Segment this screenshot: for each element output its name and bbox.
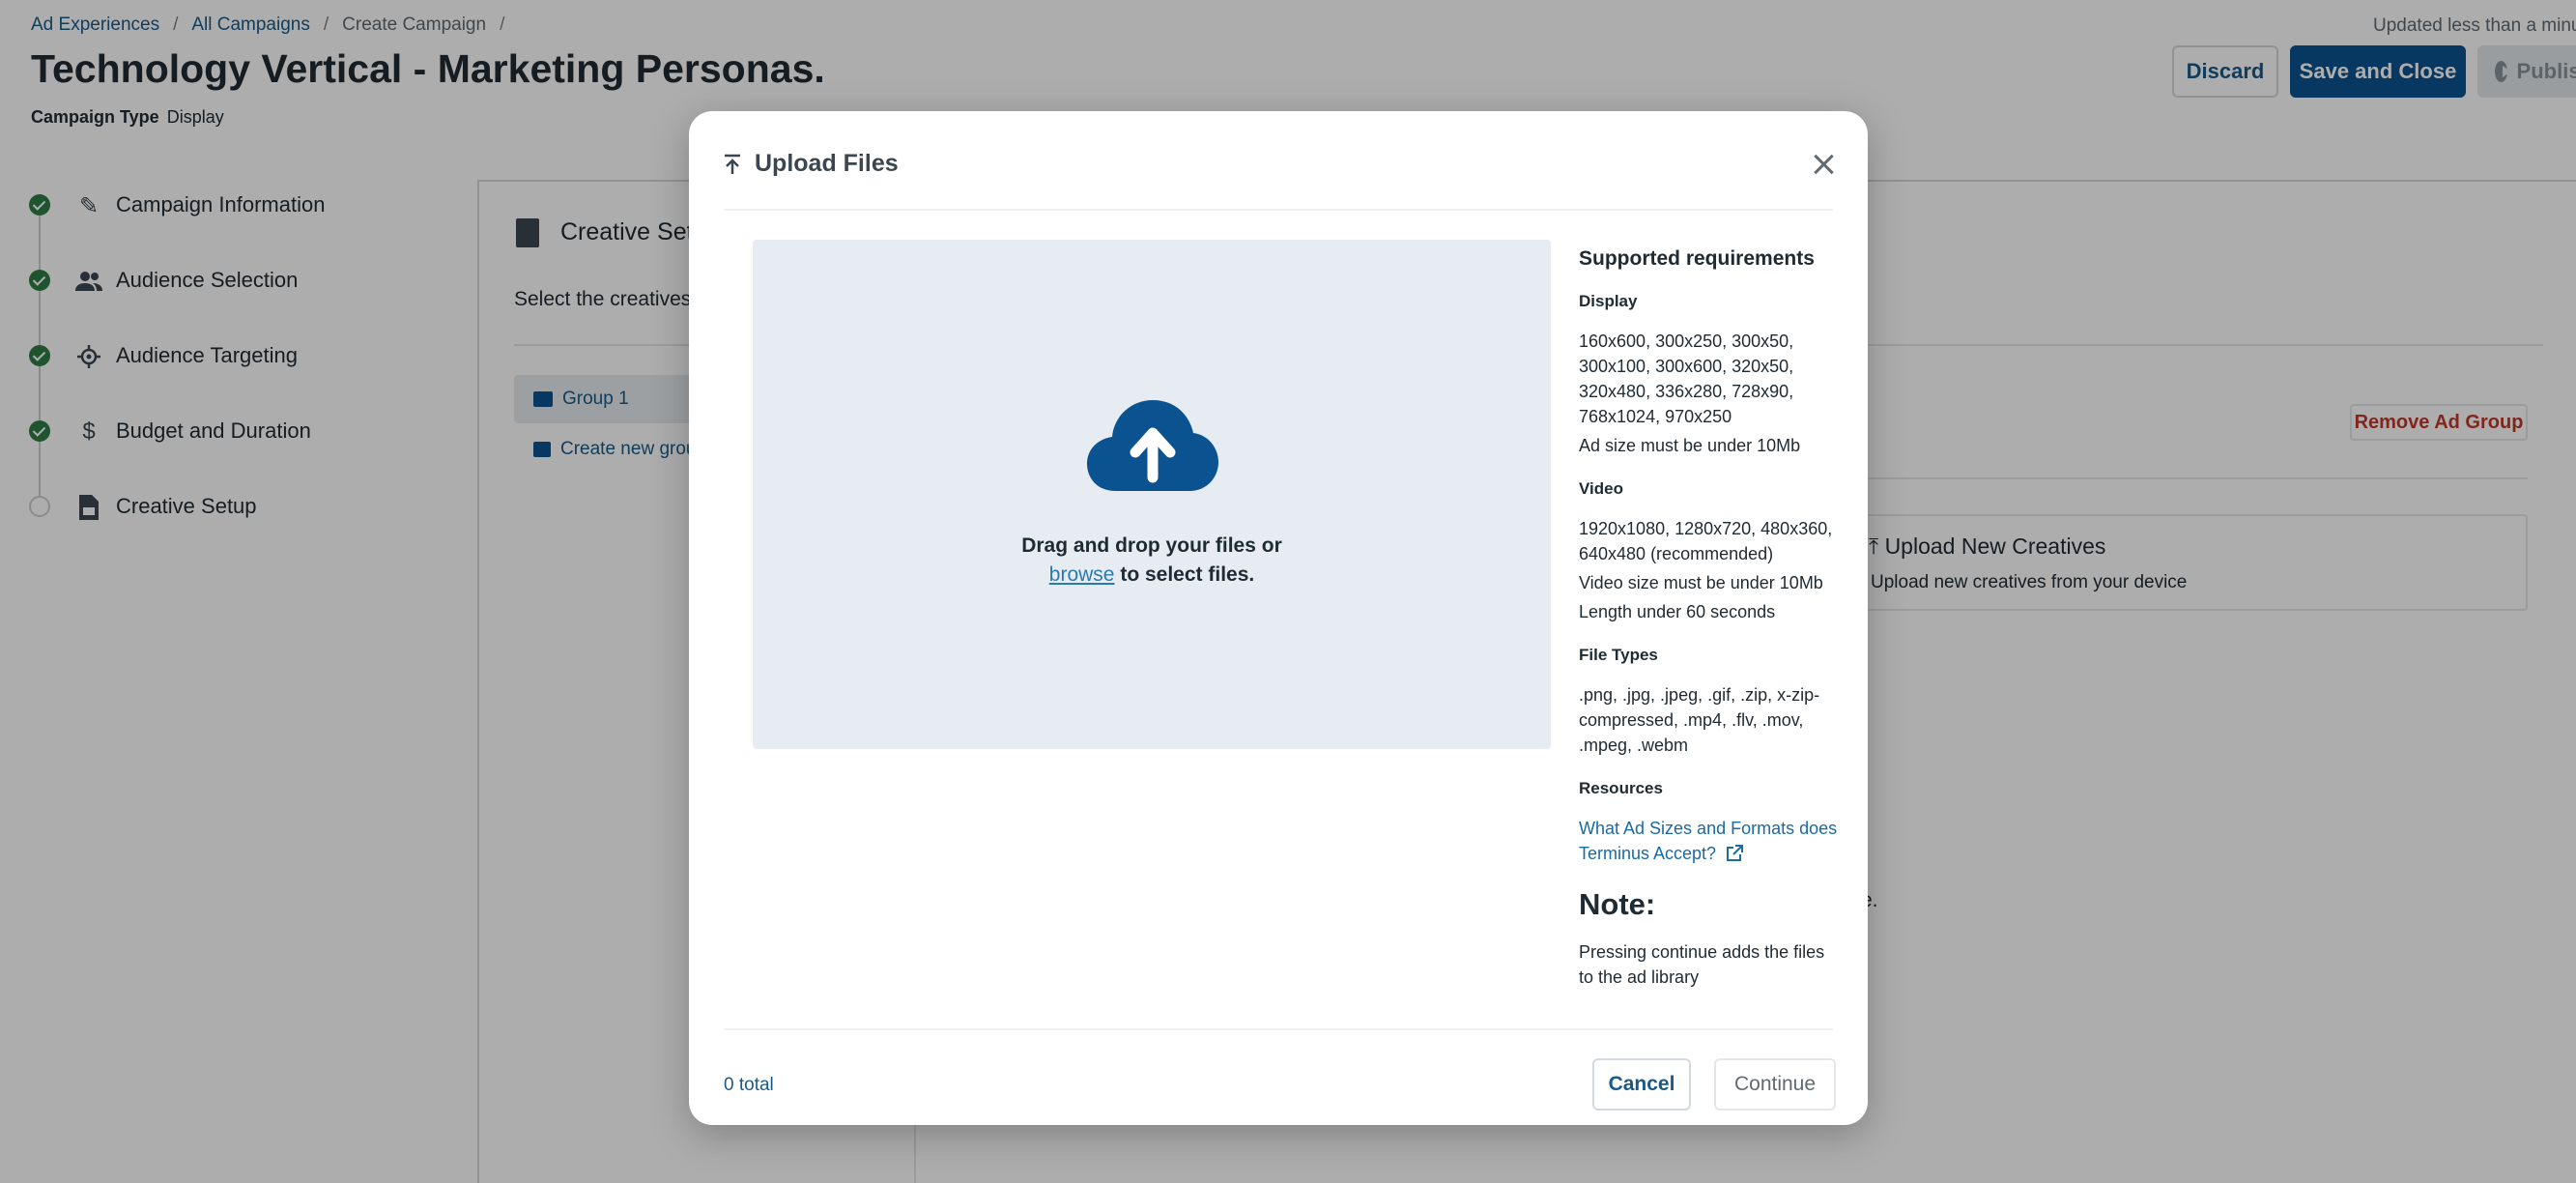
external-link-icon[interactable] <box>1726 845 1744 862</box>
file-total-count: 0 total <box>724 1075 774 1095</box>
browse-link[interactable]: browse <box>1049 563 1115 586</box>
cloud-upload-icon <box>1087 400 1218 491</box>
modal-header: Upload Files <box>724 150 899 178</box>
close-icon[interactable] <box>1808 148 1841 181</box>
dropzone-instructions: Drag and drop your files or browse to se… <box>753 532 1551 590</box>
display-sizes: 160x600, 300x250, 300x50, 300x100, 300x6… <box>1579 332 1794 426</box>
file-types-heading: File Types <box>1579 646 1658 664</box>
display-heading: Display <box>1579 292 1638 310</box>
continue-button[interactable]: Continue <box>1714 1058 1836 1111</box>
requirements-panel: Supported requirements Display 160x600, … <box>1579 240 1840 990</box>
video-heading: Video <box>1579 479 1623 498</box>
divider <box>724 209 1833 211</box>
dropzone-line-2-text: to select files. <box>1120 563 1255 586</box>
ad-sizes-formats-link[interactable]: What Ad Sizes and Formats does Terminus … <box>1579 819 1837 863</box>
display-size-limit: Ad size must be under 10Mb <box>1579 436 1801 455</box>
upload-icon <box>725 154 740 174</box>
dropzone-line-2: browse to select files. <box>753 561 1551 590</box>
note-text: Pressing continue adds the files to the … <box>1579 942 1825 987</box>
note-heading: Note: <box>1579 887 1656 921</box>
resources-heading: Resources <box>1579 779 1663 797</box>
upload-files-modal: Upload Files Drag and drop your files or… <box>689 111 1868 1125</box>
video-size-limit: Video size must be under 10Mb <box>1579 573 1823 592</box>
video-length-limit: Length under 60 seconds <box>1579 602 1776 621</box>
cancel-button[interactable]: Cancel <box>1592 1058 1691 1111</box>
resource-link-row: What Ad Sizes and Formats does Terminus … <box>1579 816 1840 866</box>
modal-title: Upload Files <box>755 150 899 177</box>
requirements-heading: Supported requirements <box>1579 247 1815 270</box>
file-dropzone[interactable]: Drag and drop your files or browse to se… <box>753 240 1551 749</box>
video-sizes: 1920x1080, 1280x720, 480x360, 640x480 (r… <box>1579 519 1833 563</box>
file-types: .png, .jpg, .jpeg, .gif, .zip, x-zip-com… <box>1579 685 1820 755</box>
divider <box>724 1028 1833 1030</box>
dropzone-line-1: Drag and drop your files or <box>1021 534 1282 557</box>
